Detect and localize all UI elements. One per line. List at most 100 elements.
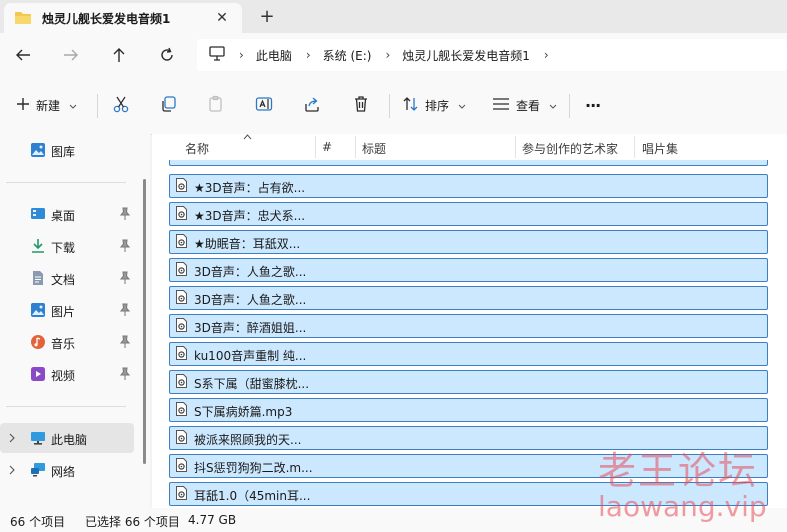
delete-button[interactable] — [352, 91, 370, 119]
sidebar-item-label: 此电脑 — [51, 433, 88, 447]
pin-icon[interactable] — [119, 335, 131, 349]
file-name: ★3D音声：占有欲... — [194, 181, 306, 195]
chevron-down-icon — [458, 98, 466, 112]
sidebar-item-documents[interactable]: 文档 — [0, 263, 134, 293]
file-name: 耳舐1.0（45min耳... — [194, 489, 311, 503]
breadcrumb-separator: › — [239, 48, 244, 62]
file-row[interactable]: ★助眠音：耳舐双... — [169, 230, 768, 254]
breadcrumb-separator: › — [385, 48, 391, 62]
toolbar-divider — [97, 94, 98, 118]
chevron-right-icon[interactable] — [9, 464, 15, 478]
file-name: 抖S惩罚狗狗二改.m... — [194, 461, 313, 475]
cut-button[interactable] — [112, 91, 130, 119]
refresh-icon[interactable] — [155, 44, 179, 66]
selection-size: 4.77 GB — [188, 513, 237, 527]
sidebar-item-desktop[interactable]: 桌面 — [0, 199, 134, 229]
download-icon — [30, 238, 46, 254]
sort-icon — [403, 96, 419, 115]
file-name: S下属病娇篇.mp3 — [194, 405, 293, 419]
column-divider[interactable] — [515, 136, 516, 158]
breadcrumb-folder[interactable]: 烛灵儿舰长爱发电音频1 — [402, 47, 530, 64]
file-name: ★助眠音：耳舐双... — [194, 237, 301, 251]
sidebar-item-label: 图片 — [51, 305, 76, 319]
view-button[interactable]: 查看 — [492, 91, 557, 119]
pin-icon[interactable] — [119, 303, 131, 317]
more-options-button[interactable]: ··· — [585, 91, 601, 119]
toolbar-divider — [569, 94, 570, 118]
column-number[interactable]: # — [322, 140, 332, 154]
new-label: 新建 — [36, 98, 61, 113]
audio-file-icon — [176, 402, 187, 416]
column-divider[interactable] — [315, 136, 316, 158]
sort-button[interactable]: 排序 — [403, 91, 466, 119]
new-tab-button[interactable]: + — [256, 5, 278, 27]
column-artists[interactable]: 参与创作的艺术家 — [522, 140, 618, 157]
sidebar-item-videos[interactable]: 视频 — [0, 359, 134, 389]
document-icon — [30, 270, 46, 286]
file-row[interactable]: ★3D音声：忠犬系... — [169, 202, 768, 226]
pin-icon[interactable] — [119, 207, 131, 221]
rename-button[interactable] — [255, 91, 273, 119]
active-tab[interactable]: 烛灵儿舰长爱发电音频1 ✕ — [4, 3, 242, 33]
column-album[interactable]: 唱片集 — [642, 140, 678, 157]
sidebar-scrollbar[interactable] — [143, 179, 146, 464]
file-name: 3D音声：醉酒姐姐... — [194, 321, 307, 335]
title-bar: 烛灵儿舰长爱发电音频1 ✕ + — [0, 0, 787, 33]
close-tab-icon[interactable]: ✕ — [212, 8, 232, 28]
share-button[interactable] — [303, 91, 321, 119]
column-divider[interactable] — [634, 136, 635, 158]
rename-icon — [255, 95, 273, 116]
selection-count: 已选择 66 个项目 — [85, 515, 180, 529]
file-row[interactable]: S系下属（甜蜜膝枕... — [169, 370, 768, 394]
file-row[interactable]: ku100音声重制 纯... — [169, 342, 768, 366]
audio-file-icon — [176, 318, 187, 332]
column-divider[interactable] — [355, 136, 356, 158]
file-row[interactable]: 3D音声：人鱼之歌... — [169, 286, 768, 310]
sidebar-item-pictures[interactable]: 图片 — [0, 295, 134, 325]
sort-ascending-icon — [243, 134, 252, 143]
address-bar[interactable]: › 此电脑 › 系统 (E:) › 烛灵儿舰长爱发电音频1 › — [197, 39, 787, 71]
file-name: ★3D音声：忠犬系... — [194, 209, 306, 223]
file-name: 3D音声：人鱼之歌... — [194, 293, 307, 307]
column-title[interactable]: 标题 — [362, 140, 386, 157]
view-label: 查看 — [516, 98, 541, 113]
breadcrumb-this-pc[interactable]: 此电脑 — [256, 47, 292, 64]
file-row[interactable]: ★3D音声：占有欲... — [169, 174, 768, 198]
sidebar-item-downloads[interactable]: 下载 — [0, 231, 134, 261]
sidebar-item-label: 音乐 — [51, 337, 76, 351]
command-bar: 新建 排序 查看 ··· — [0, 77, 787, 135]
pictures-icon — [30, 302, 46, 318]
plus-icon — [16, 97, 30, 114]
sidebar-item-music[interactable]: 音乐 — [0, 327, 134, 357]
breadcrumb-drive[interactable]: 系统 (E:) — [323, 47, 372, 64]
sidebar-divider — [6, 182, 126, 183]
sidebar-item-label: 视频 — [51, 369, 76, 383]
folder-icon — [14, 11, 32, 25]
pin-icon[interactable] — [119, 271, 131, 285]
sidebar-item-gallery[interactable]: 图库 — [0, 135, 134, 165]
new-button[interactable]: 新建 — [16, 91, 77, 119]
column-name[interactable]: 名称 — [185, 140, 209, 157]
audio-file-icon — [176, 178, 187, 192]
sidebar-item-this-pc[interactable]: 此电脑 — [0, 423, 134, 453]
view-list-icon — [492, 97, 510, 114]
file-row[interactable]: S下属病娇篇.mp3 — [169, 398, 768, 422]
back-icon[interactable] — [11, 44, 35, 66]
tab-title: 烛灵儿舰长爱发电音频1 — [42, 11, 171, 26]
navigation-bar: › 此电脑 › 系统 (E:) › 烛灵儿舰长爱发电音频1 › — [0, 33, 787, 77]
forward-icon[interactable] — [59, 44, 83, 66]
breadcrumb-chevron[interactable]: › — [544, 48, 549, 62]
pin-icon[interactable] — [119, 367, 131, 381]
breadcrumb-separator: › — [305, 48, 311, 62]
sidebar-item-network[interactable]: 网络 — [0, 455, 134, 485]
pin-icon[interactable] — [119, 239, 131, 253]
up-icon[interactable] — [107, 44, 131, 66]
watermark-title: 老王论坛 — [598, 449, 759, 493]
desktop-icon — [30, 206, 46, 222]
paste-button[interactable] — [207, 91, 225, 119]
file-row[interactable]: 3D音声：醉酒姐姐... — [169, 314, 768, 338]
chevron-right-icon[interactable] — [9, 432, 15, 446]
file-row[interactable]: 3D音声：人鱼之歌... — [169, 258, 768, 282]
cut-icon — [112, 95, 130, 116]
copy-button[interactable] — [160, 91, 178, 119]
